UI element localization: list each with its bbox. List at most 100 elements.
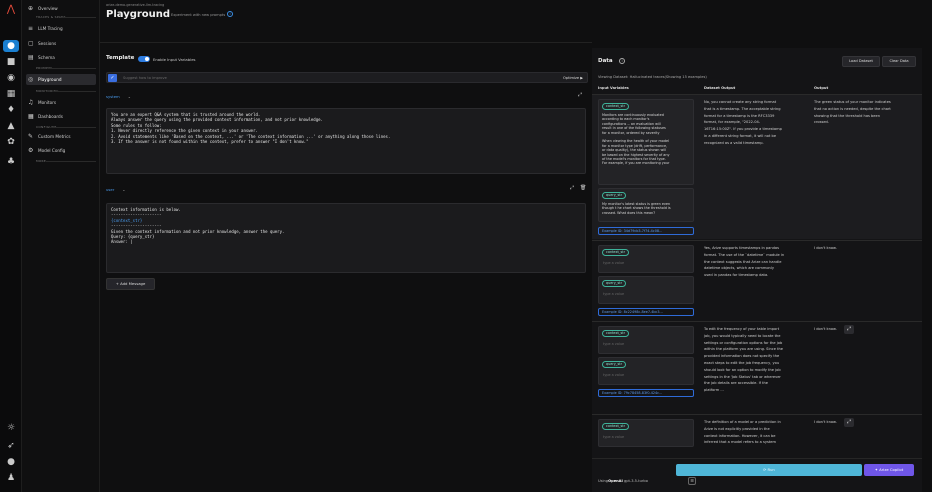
run-button[interactable]: ⟳ Run <box>676 464 862 476</box>
page-subtitle: Experiment with new prompts <box>171 13 226 17</box>
data-rows: context_str Monitors are continuously ev… <box>592 94 922 460</box>
output-cell: The green status of your monitor indicat… <box>814 100 891 125</box>
table-row[interactable]: context_str type a value The definition … <box>592 414 922 460</box>
compass-icon: ⊕ <box>28 5 34 12</box>
column-header-output: Output <box>814 86 829 90</box>
user-icon[interactable]: ♟ <box>3 472 19 484</box>
section-more-label[interactable]: MORE <box>36 159 46 163</box>
app: ⋀ ● ■ ◉ ▦ ♦ ▲ ✿ ♣ ☼ ➶ ● ♟ ⊕ Overview TRAC… <box>0 0 932 492</box>
bell-icon[interactable]: ♦ <box>3 104 19 116</box>
settings-icon[interactable]: ✿ <box>3 136 19 148</box>
chevron-down-icon: ⌄ <box>122 187 126 192</box>
tracing-icon: ≡ <box>28 25 34 32</box>
variable-placeholder: type a value <box>603 292 625 296</box>
output-cell: I don't know. <box>814 246 837 250</box>
sidebar-item-overview[interactable]: ⊕ Overview <box>26 3 96 14</box>
variable-pill: context_str <box>602 249 629 256</box>
user-prompt-body: Given the context information and not pr… <box>111 228 285 245</box>
variable-value: Monitors are continuously evaluated acco… <box>602 113 670 166</box>
flow-icon[interactable]: ♣ <box>3 156 19 168</box>
expand-icon[interactable]: ⤢ <box>578 92 582 98</box>
metrics-icon: ✎ <box>28 133 34 140</box>
sidebar-item-llm-tracing[interactable]: ≡ LLM Tracing <box>26 23 96 34</box>
optimize-button[interactable]: Optimize ▶ <box>563 76 583 80</box>
dataset-output-cell: Yes, Arize supports timestamps in pandas… <box>704 246 785 278</box>
shield-icon[interactable]: ▲ <box>3 120 19 132</box>
variable-box[interactable]: query_str type a value <box>598 357 694 385</box>
variable-placeholder: type a value <box>603 261 625 265</box>
icon-rail: ⋀ ● ■ ◉ ▦ ♦ ▲ ✿ ♣ ☼ ➶ ● ♟ <box>0 0 22 492</box>
dataset-output-cell: To edit the frequency of your table impo… <box>704 327 783 393</box>
expand-icon[interactable]: ⤢ <box>570 185 574 191</box>
system-role-select[interactable]: system ⌄ <box>106 94 131 99</box>
help-icon[interactable]: ● <box>3 456 19 468</box>
expand-icon[interactable]: ⤢ <box>844 325 854 334</box>
example-id[interactable]: Example ID: 8c22498c-8ee7-4bc3... <box>598 308 694 316</box>
data-title: Data <box>598 58 613 64</box>
add-message-button[interactable]: + Add Message <box>106 278 155 290</box>
sidebar-item-custom-metrics[interactable]: ✎ Custom Metrics <box>26 131 96 142</box>
suggest-improve-input[interactable]: ✓ Suggest how to improve Optimize ▶ <box>106 72 588 83</box>
info-icon[interactable]: i <box>619 58 625 64</box>
sidebar-item-monitors[interactable]: ♫ Monitors <box>26 97 96 108</box>
input-variables-label: Enable Input Variables <box>153 57 196 62</box>
trash-icon[interactable]: 🗑 <box>580 185 586 191</box>
input-variables-toggle[interactable] <box>138 56 150 62</box>
schema-icon: ▤ <box>28 54 34 61</box>
variable-box[interactable]: context_str Monitors are continuously ev… <box>598 99 694 185</box>
sidebar-item-model-config[interactable]: ⚙ Model Config <box>26 145 96 156</box>
info-icon[interactable]: i <box>227 11 233 17</box>
variable-box[interactable]: query_str My monitor's latest status is … <box>598 188 694 222</box>
system-prompt-editor[interactable]: You are an expert Q&A system that is tru… <box>106 108 586 174</box>
variable-placeholder: type a value <box>603 342 625 346</box>
example-id[interactable]: Example ID: 79c78458-83f0-424c... <box>598 389 694 397</box>
sidebar-item-schema[interactable]: ▤ Schema <box>26 52 96 63</box>
expand-icon[interactable]: ⤢ <box>844 418 854 427</box>
sidebar-item-playground[interactable]: ◎ Playground <box>26 74 96 85</box>
clear-data-button[interactable]: Clear Data <box>882 56 916 67</box>
viewing-dataset-label: Viewing Dataset: Hallucinated traces(Sho… <box>598 75 707 79</box>
dashboard-icon: ▦ <box>28 113 34 120</box>
suggest-placeholder: Suggest how to improve <box>123 75 167 80</box>
breadcrumb[interactable]: arize-demo-generative-llm-tracing <box>106 3 164 7</box>
table-row[interactable]: context_str type a value query_str type … <box>592 240 922 320</box>
variable-box[interactable]: context_str type a value <box>598 326 694 354</box>
variable-box[interactable]: query_str type a value <box>598 276 694 304</box>
folder-icon[interactable]: ■ <box>3 56 19 68</box>
arize-logo-icon[interactable]: ⋀ <box>3 4 19 16</box>
data-panel: Data i Load Dataset Clear Data Viewing D… <box>592 48 922 492</box>
user-prompt-editor[interactable]: Context information is below. ----------… <box>106 203 586 273</box>
sessions-icon: ▢ <box>28 40 34 47</box>
variable-box[interactable]: context_str type a value <box>598 419 694 447</box>
arize-copilot-button[interactable]: ✦ Arize Copilot <box>864 464 914 476</box>
table-row[interactable]: context_str Monitors are continuously ev… <box>592 94 922 239</box>
model-settings-icon[interactable]: ☰ <box>688 477 696 485</box>
table-row[interactable]: context_str type a value query_str type … <box>592 321 922 413</box>
rocket-icon[interactable]: ➶ <box>3 440 19 452</box>
load-dataset-button[interactable]: Load Dataset <box>842 56 880 67</box>
variable-pill: query_str <box>602 361 626 368</box>
sidebar-item-dashboards[interactable]: ▦ Dashboards <box>26 111 96 122</box>
variable-box[interactable]: context_str type a value <box>598 245 694 273</box>
page-title: Playground <box>106 9 171 20</box>
template-title: Template <box>106 55 135 61</box>
variable-pill: query_str <box>602 192 626 199</box>
model-selector[interactable]: UsingOpenAI gpt-3.5-turbo <box>598 479 648 483</box>
variable-pill: context_str <box>602 330 629 337</box>
column-header-dataset-output: Dataset Output <box>704 86 736 90</box>
column-header-input: Input Variables <box>598 86 629 90</box>
database-icon[interactable]: ◉ <box>3 72 19 84</box>
example-id[interactable]: Example ID: 34d79cb3-7f74-4c08... <box>598 227 694 235</box>
home-icon[interactable]: ● <box>3 40 19 52</box>
model-config-icon: ⚙ <box>28 147 34 154</box>
grid-icon[interactable]: ▦ <box>3 88 19 100</box>
dataset-output-cell: The definition of a model or a predictio… <box>704 420 781 445</box>
sun-icon[interactable]: ☼ <box>3 422 19 434</box>
user-role-select[interactable]: user ⌄ <box>106 187 125 192</box>
playground-icon: ◎ <box>28 76 34 83</box>
variable-pill: context_str <box>602 423 629 430</box>
sidebar-item-sessions[interactable]: ▢ Sessions <box>26 38 96 49</box>
check-icon[interactable]: ✓ <box>108 74 117 82</box>
variable-pill: context_str <box>602 103 629 110</box>
dataset-output-cell: No, you cannot create any string format … <box>704 100 782 145</box>
